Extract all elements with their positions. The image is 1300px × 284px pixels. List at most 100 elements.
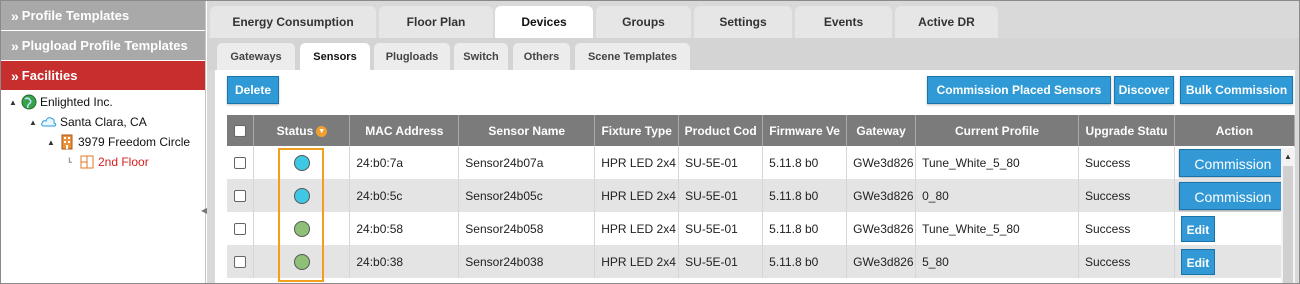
col-status[interactable]: Status ▼ bbox=[253, 115, 351, 146]
sidebar-section-label: Facilities bbox=[21, 68, 78, 83]
row-checkbox-cell[interactable] bbox=[227, 245, 255, 278]
edit-button[interactable]: Edit bbox=[1180, 248, 1215, 275]
building-icon bbox=[61, 134, 73, 150]
double-chevron-icon: » bbox=[11, 37, 19, 54]
tree-node-label: 3979 Freedom Circle bbox=[78, 135, 191, 149]
select-all-checkbox-cell[interactable] bbox=[227, 115, 255, 146]
table-row[interactable]: 24:b0:38 Sensor24b038 HPR LED 2x4 SU-5E-… bbox=[227, 245, 1296, 278]
col-upgrade-status[interactable]: Upgrade Statu bbox=[1078, 115, 1175, 146]
product-code-cell: SU-5E-01 bbox=[678, 212, 764, 245]
upgrade-status-cell: Success bbox=[1078, 146, 1175, 179]
fixture-type-cell: HPR LED 2x4 bbox=[594, 245, 680, 278]
col-status-label: Status bbox=[276, 123, 314, 138]
subtab-plugloads[interactable]: Plugloads bbox=[374, 43, 450, 70]
delete-button[interactable]: Delete bbox=[227, 76, 279, 104]
tree-node-label: Enlighted Inc. bbox=[40, 95, 113, 109]
tree-node-enlighted[interactable]: ▲ Enlighted Inc. bbox=[9, 93, 113, 111]
bulk-commission-button[interactable]: Bulk Commission bbox=[1180, 76, 1293, 104]
row-checkbox[interactable] bbox=[234, 256, 246, 269]
gateway-cell: GWe3d826 bbox=[846, 212, 917, 245]
tree-node-santa-clara[interactable]: ▲ Santa Clara, CA bbox=[29, 113, 147, 131]
sidebar-section-facilities[interactable]: » Facilities bbox=[1, 61, 205, 91]
firmware-cell: 5.11.8 b0 bbox=[762, 212, 848, 245]
profile-cell: 5_80 bbox=[915, 245, 1079, 278]
col-gateway[interactable]: Gateway bbox=[846, 115, 917, 146]
sensor-name-cell: Sensor24b058 bbox=[458, 212, 596, 245]
tab-groups[interactable]: Groups bbox=[596, 6, 691, 38]
commission-placed-sensors-button[interactable]: Commission Placed Sensors bbox=[927, 76, 1111, 104]
subtab-switch[interactable]: Switch bbox=[454, 43, 508, 70]
commission-button[interactable]: Commission bbox=[1178, 181, 1287, 210]
cloud-icon bbox=[41, 117, 57, 127]
top-tab-bar: Energy Consumption Floor Plan Devices Gr… bbox=[207, 1, 1299, 38]
col-sensor-name[interactable]: Sensor Name bbox=[458, 115, 596, 146]
tab-settings[interactable]: Settings bbox=[694, 6, 792, 38]
table-scrollbar[interactable]: ▲ bbox=[1281, 148, 1295, 283]
mac-cell: 24:b0:38 bbox=[349, 245, 460, 278]
tree-expander-icon[interactable]: ▲ bbox=[47, 138, 59, 147]
col-mac-address[interactable]: MAC Address bbox=[349, 115, 460, 146]
row-checkbox-cell[interactable] bbox=[227, 212, 255, 245]
product-code-cell: SU-5E-01 bbox=[678, 179, 764, 212]
row-checkbox-cell[interactable] bbox=[227, 179, 255, 212]
scroll-up-arrow-icon[interactable]: ▲ bbox=[1281, 152, 1295, 161]
tree-expander-icon[interactable]: ▲ bbox=[9, 98, 21, 107]
sensor-name-cell: Sensor24b038 bbox=[458, 245, 596, 278]
select-all-checkbox[interactable] bbox=[234, 125, 247, 138]
upgrade-status-cell: Success bbox=[1078, 179, 1175, 212]
mac-cell: 24:b0:58 bbox=[349, 212, 460, 245]
status-indicator-icon bbox=[293, 154, 310, 171]
subtab-scene-templates[interactable]: Scene Templates bbox=[575, 43, 690, 70]
row-checkbox-cell[interactable] bbox=[227, 146, 255, 179]
table-header-row: Status ▼ MAC Address Sensor Name Fixture … bbox=[227, 115, 1296, 146]
tab-energy-consumption[interactable]: Energy Consumption bbox=[210, 6, 376, 38]
tab-active-dr[interactable]: Active DR bbox=[895, 6, 998, 38]
tree-connector-icon: ┗ bbox=[67, 157, 72, 167]
col-firmware-version[interactable]: Firmware Ve bbox=[762, 115, 848, 146]
table-row[interactable]: 24:b0:7a Sensor24b07a HPR LED 2x4 SU-5E-… bbox=[227, 146, 1296, 179]
scrollbar-thumb[interactable] bbox=[1283, 166, 1293, 283]
mac-cell: 24:b0:5c bbox=[349, 179, 460, 212]
col-current-profile[interactable]: Current Profile bbox=[915, 115, 1079, 146]
sub-tab-bar: Gateways Sensors Plugloads Switch Others… bbox=[207, 38, 1299, 70]
product-code-cell: SU-5E-01 bbox=[678, 245, 764, 278]
tree-node-2nd-floor[interactable]: ┗ 2nd Floor bbox=[67, 153, 149, 171]
col-fixture-type[interactable]: Fixture Type bbox=[594, 115, 680, 146]
firmware-cell: 5.11.8 b0 bbox=[762, 245, 848, 278]
sensors-table: Status ▼ MAC Address Sensor Name Fixture … bbox=[227, 115, 1296, 278]
tree-expander-icon[interactable]: ▲ bbox=[29, 118, 41, 127]
action-cell: Commission bbox=[1174, 146, 1296, 179]
double-chevron-icon: » bbox=[11, 7, 19, 24]
status-cell bbox=[253, 146, 351, 179]
tab-events[interactable]: Events bbox=[795, 6, 892, 38]
firmware-cell: 5.11.8 b0 bbox=[762, 179, 848, 212]
tree-node-label: Santa Clara, CA bbox=[60, 115, 147, 129]
tab-devices[interactable]: Devices bbox=[495, 6, 593, 38]
edit-button[interactable]: Edit bbox=[1180, 215, 1215, 242]
profile-cell: Tune_White_5_80 bbox=[915, 146, 1079, 179]
subtab-gateways[interactable]: Gateways bbox=[217, 43, 295, 70]
commission-button[interactable]: Commission bbox=[1178, 148, 1287, 177]
sidebar-section-profile-templates[interactable]: » Profile Templates bbox=[1, 1, 205, 31]
subtab-sensors[interactable]: Sensors bbox=[300, 43, 370, 70]
sidebar-section-plugload-profile-templates[interactable]: » Plugload Profile Templates bbox=[1, 31, 205, 61]
sort-icon[interactable]: ▼ bbox=[316, 125, 328, 137]
upgrade-status-cell: Success bbox=[1078, 212, 1175, 245]
col-product-code[interactable]: Product Cod bbox=[678, 115, 764, 146]
floor-icon bbox=[80, 155, 94, 169]
table-row[interactable]: 24:b0:58 Sensor24b058 HPR LED 2x4 SU-5E-… bbox=[227, 212, 1296, 245]
discover-button[interactable]: Discover bbox=[1114, 76, 1174, 104]
row-checkbox[interactable] bbox=[234, 223, 246, 236]
double-chevron-icon: » bbox=[11, 67, 19, 84]
tab-floor-plan[interactable]: Floor Plan bbox=[379, 6, 493, 38]
product-code-cell: SU-5E-01 bbox=[678, 146, 764, 179]
subtab-others[interactable]: Others bbox=[513, 43, 570, 70]
fixture-type-cell: HPR LED 2x4 bbox=[594, 212, 680, 245]
row-checkbox[interactable] bbox=[234, 190, 246, 203]
table-row[interactable]: 24:b0:5c Sensor24b05c HPR LED 2x4 SU-5E-… bbox=[227, 179, 1296, 212]
action-cell: Edit bbox=[1174, 245, 1296, 278]
app-frame: » Profile Templates » Plugload Profile T… bbox=[0, 0, 1300, 284]
gateway-cell: GWe3d826 bbox=[846, 146, 917, 179]
row-checkbox[interactable] bbox=[234, 157, 246, 170]
tree-node-building[interactable]: ▲ 3979 Freedom Circle bbox=[47, 133, 190, 151]
